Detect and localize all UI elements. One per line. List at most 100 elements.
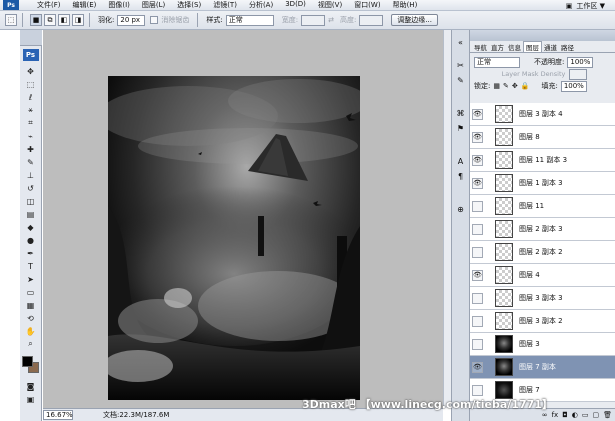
- quick-mask-icon[interactable]: ◙: [23, 380, 39, 392]
- mask-density-input[interactable]: [569, 68, 588, 80]
- tab-navigator[interactable]: 导航: [472, 42, 489, 52]
- menu-3d[interactable]: 3D(D): [279, 0, 312, 10]
- move-tool-icon[interactable]: ✥: [23, 65, 39, 77]
- lock-pixels-icon[interactable]: ✎: [503, 82, 509, 90]
- menu-edit[interactable]: 编辑(E): [67, 0, 103, 10]
- antialias-checkbox[interactable]: [150, 16, 159, 24]
- tab-histogram[interactable]: 直方: [489, 42, 506, 52]
- adjustment-layer-icon[interactable]: ◐: [572, 411, 578, 419]
- screen-mode-icon[interactable]: ▣: [23, 393, 39, 405]
- new-group-icon[interactable]: ▭: [582, 411, 589, 419]
- blend-mode-select[interactable]: 正常: [474, 56, 520, 68]
- lasso-tool-icon[interactable]: ℓ: [23, 91, 39, 103]
- shape-tool-icon[interactable]: ▭: [23, 286, 39, 298]
- toolbox-header[interactable]: [20, 30, 42, 46]
- new-selection-icon[interactable]: ■: [30, 14, 42, 26]
- layer-row[interactable]: 👁 图层 11 副本 3: [470, 149, 615, 172]
- menu-image[interactable]: 图像(I): [102, 0, 136, 10]
- gradient-tool-icon[interactable]: ▤: [23, 208, 39, 220]
- layer-visibility-eye-icon[interactable]: 👁: [472, 154, 483, 166]
- tab-layers[interactable]: 图层: [523, 41, 542, 52]
- healing-brush-tool-icon[interactable]: ✚: [23, 143, 39, 155]
- brush-tool-icon[interactable]: ✎: [23, 156, 39, 168]
- menu-analysis[interactable]: 分析(A): [243, 0, 279, 10]
- layer-visibility-toggle[interactable]: [472, 223, 483, 235]
- opacity-input[interactable]: 100%: [567, 56, 594, 68]
- style-select[interactable]: 正常: [225, 14, 274, 26]
- magic-wand-tool-icon[interactable]: ⚹: [23, 104, 39, 116]
- notes-tool-icon[interactable]: ▦: [23, 299, 39, 311]
- menu-layer[interactable]: 图层(L): [136, 0, 171, 10]
- crop-tool-icon[interactable]: ⌗: [23, 117, 39, 129]
- fill-input[interactable]: 100%: [560, 80, 587, 92]
- layer-row-selected[interactable]: 👁 图层 7 副本: [470, 356, 615, 379]
- canvas-area[interactable]: [43, 30, 443, 408]
- layer-row[interactable]: 👁 图层 3 副本 4: [470, 103, 615, 126]
- zoom-field[interactable]: 16.67%: [43, 410, 73, 420]
- layer-row[interactable]: 👁 图层 4: [470, 264, 615, 287]
- marquee-tool-preset-icon[interactable]: ⬚: [5, 14, 17, 26]
- layer-visibility-toggle[interactable]: [472, 315, 483, 327]
- eraser-tool-icon[interactable]: ◫: [23, 195, 39, 207]
- subtract-selection-icon[interactable]: ◧: [58, 14, 70, 26]
- height-input[interactable]: [359, 14, 384, 26]
- tool-presets-panel-icon[interactable]: ✎: [454, 74, 467, 87]
- tab-info[interactable]: 信息: [506, 42, 523, 52]
- dodge-tool-icon[interactable]: ●: [23, 234, 39, 246]
- layer-row[interactable]: 👁 图层 1 副本 3: [470, 172, 615, 195]
- add-mask-icon[interactable]: ◘: [562, 411, 568, 419]
- workspace-switcher[interactable]: ▣ 工作区 ▼: [566, 1, 605, 11]
- delete-layer-icon[interactable]: 🗑: [603, 411, 612, 419]
- intersect-selection-icon[interactable]: ◨: [72, 14, 84, 26]
- layer-row[interactable]: 图层 11: [470, 195, 615, 218]
- path-selection-tool-icon[interactable]: ➤: [23, 273, 39, 285]
- layer-visibility-eye-icon[interactable]: 👁: [472, 131, 483, 143]
- new-layer-icon[interactable]: ▢: [592, 411, 599, 419]
- layer-visibility-eye-icon[interactable]: 👁: [472, 269, 483, 281]
- layer-visibility-eye-icon[interactable]: 👁: [472, 108, 483, 120]
- link-layers-icon[interactable]: ∞: [542, 411, 548, 419]
- layer-row[interactable]: 图层 3 副本 2: [470, 310, 615, 333]
- lock-all-icon[interactable]: 🔒: [521, 82, 530, 90]
- feather-input[interactable]: 20 px: [117, 14, 146, 26]
- menu-help[interactable]: 帮助(H): [387, 0, 424, 10]
- panel-header[interactable]: [470, 30, 615, 41]
- layer-row[interactable]: 图层 3 副本 3: [470, 287, 615, 310]
- blur-tool-icon[interactable]: ◆: [23, 221, 39, 233]
- lock-transparency-icon[interactable]: ▦: [493, 82, 500, 90]
- brushes-panel-icon[interactable]: ✂: [454, 59, 467, 72]
- color-swatches[interactable]: [21, 356, 40, 374]
- layer-visibility-toggle[interactable]: [472, 384, 483, 396]
- swap-icon[interactable]: ⇄: [328, 16, 334, 24]
- layer-visibility-eye-icon[interactable]: 👁: [472, 361, 483, 373]
- layer-row[interactable]: 👁 图层 8: [470, 126, 615, 149]
- eyedropper-tool-icon[interactable]: ⌁: [23, 130, 39, 142]
- pen-tool-icon[interactable]: ✒: [23, 247, 39, 259]
- marquee-tool-icon[interactable]: ⬚: [23, 78, 39, 90]
- hand-tool-icon[interactable]: ✋: [23, 325, 39, 337]
- collapse-panels-icon[interactable]: «: [454, 36, 467, 49]
- refine-edge-button[interactable]: 调整边缘...: [391, 14, 438, 26]
- menu-file[interactable]: 文件(F): [31, 0, 67, 10]
- character-panel-icon[interactable]: A: [454, 155, 467, 168]
- tab-paths[interactable]: 路径: [559, 42, 576, 52]
- layer-visibility-toggle[interactable]: [472, 338, 483, 350]
- add-selection-icon[interactable]: ⧉: [44, 14, 56, 26]
- foreground-color-swatch[interactable]: [21, 356, 33, 367]
- layer-row[interactable]: 图层 2 副本 3: [470, 218, 615, 241]
- 3d-rotate-tool-icon[interactable]: ⟲: [23, 312, 39, 324]
- paragraph-panel-icon[interactable]: ¶: [454, 170, 467, 183]
- actions-panel-icon[interactable]: ⚑: [454, 122, 467, 135]
- tab-channels[interactable]: 通道: [542, 42, 559, 52]
- layer-visibility-toggle[interactable]: [472, 292, 483, 304]
- layer-visibility-toggle[interactable]: [472, 200, 483, 212]
- zoom-tool-icon[interactable]: ⌕: [23, 338, 39, 350]
- width-input[interactable]: [301, 14, 326, 26]
- clone-source-panel-icon[interactable]: ⊕: [454, 203, 467, 216]
- layer-row[interactable]: 图层 2 副本 2: [470, 241, 615, 264]
- history-brush-tool-icon[interactable]: ↺: [23, 182, 39, 194]
- lock-position-icon[interactable]: ✥: [512, 82, 518, 90]
- layer-visibility-eye-icon[interactable]: 👁: [472, 177, 483, 189]
- menu-view[interactable]: 视图(V): [312, 0, 348, 10]
- type-tool-icon[interactable]: T: [23, 260, 39, 272]
